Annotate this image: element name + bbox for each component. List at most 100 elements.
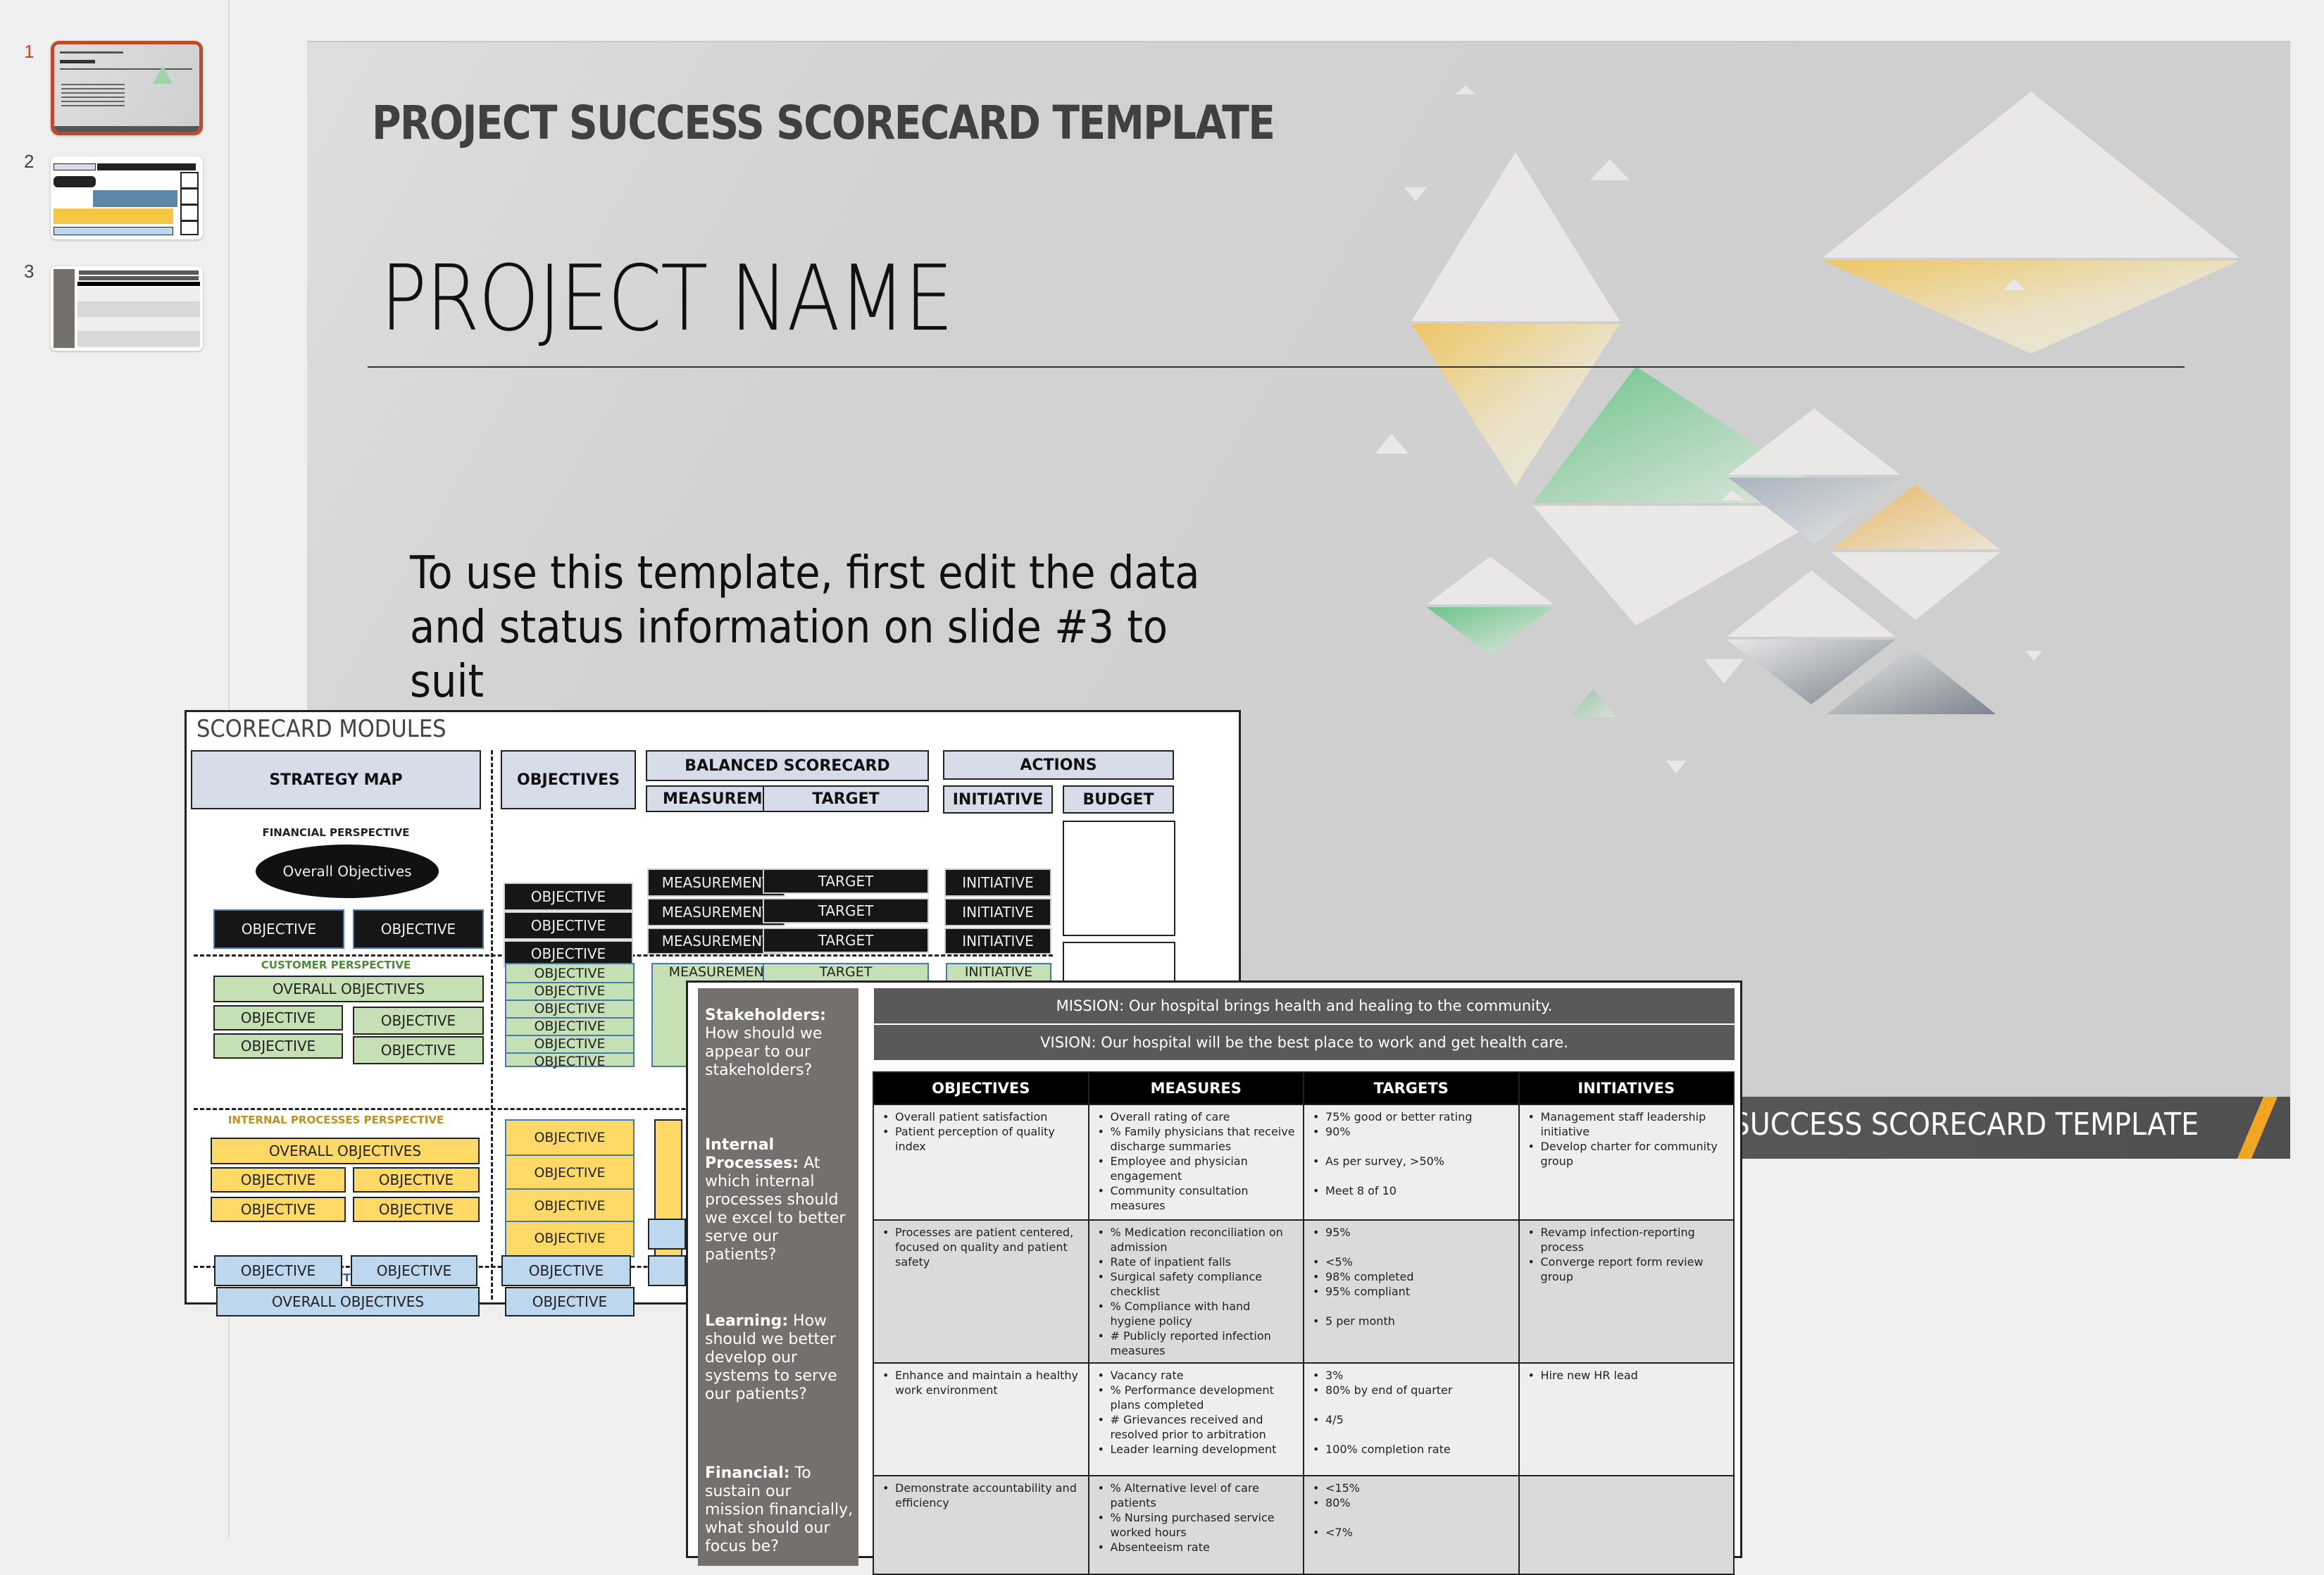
thumb-3-header xyxy=(77,282,200,286)
cell-measures: % Medication reconciliation on admission… xyxy=(1087,1219,1304,1364)
triangle-shape xyxy=(1427,607,1554,655)
cell-objectives: Enhance and maintain a healthy work envi… xyxy=(873,1362,1089,1476)
thumb-1-triangle xyxy=(153,66,173,84)
slide-number-2: 2 xyxy=(24,151,35,172)
sidebar-label: Internal Processes: xyxy=(705,1136,799,1172)
triangle-shape xyxy=(1823,261,2239,354)
objectives-header: OBJECTIVES xyxy=(501,750,636,809)
sidebar-stakeholders: Stakeholders: How should we appear to ou… xyxy=(705,1007,854,1080)
body-line: To use this template, first edit the dat… xyxy=(410,547,1200,599)
actions-header: ACTIONS xyxy=(943,750,1174,780)
objectives-list: Demonstrate accountability and efficienc… xyxy=(877,1481,1084,1510)
list-item: % Alternative level of care patients xyxy=(1092,1481,1299,1510)
slide-thumbnail-2[interactable] xyxy=(51,156,203,239)
thumb-1-title-line xyxy=(60,51,123,54)
mission-statement: MISSION: Our hospital brings health and … xyxy=(874,988,1735,1023)
thumb-2-budget xyxy=(180,172,199,235)
initiative-box: INITIATIVE xyxy=(944,869,1051,897)
initiatives-list: Hire new HR lead xyxy=(1523,1368,1730,1383)
scorecard-table: OBJECTIVES MEASURES TARGETS INITIATIVES … xyxy=(873,1071,1735,1575)
targets-list: <15%80% <7% xyxy=(1307,1481,1514,1540)
list-item: 100% completion rate xyxy=(1307,1442,1514,1457)
objective-item: OBJECTIVE xyxy=(534,966,606,981)
target-box: TARGET xyxy=(763,928,929,953)
table-row: Overall patient satisfactionPatient perc… xyxy=(873,1104,1735,1221)
internal-processes-perspective-label: INTERNAL PROCESSES PERSPECTIVE xyxy=(227,1114,444,1126)
target-header: TARGET xyxy=(763,785,929,812)
thumb-2-learn xyxy=(54,227,173,235)
objective-box: OBJECTIVE xyxy=(504,883,633,911)
balanced-scorecard-preview: Stakeholders: How should we appear to ou… xyxy=(686,981,1742,1575)
cell-targets: 3%80% by end of quarter 4/5 100% completio… xyxy=(1303,1362,1520,1476)
list-item: 5 per month xyxy=(1307,1314,1514,1328)
overall-objectives-box: OVERALL OBJECTIVES xyxy=(213,976,484,1002)
initiatives-list: Management staff leadership initiativeDe… xyxy=(1523,1109,1730,1169)
objective-box: OBJECTIVE xyxy=(213,1033,343,1059)
thumb-3-mission xyxy=(79,270,199,275)
triangle-shape xyxy=(1728,409,1900,475)
list-item: 98% completed xyxy=(1307,1269,1514,1284)
slide-header[interactable]: PROJECT SUCCESS SCORECARD TEMPLATE xyxy=(372,96,1275,150)
objective-box: OBJECTIVE xyxy=(213,1005,343,1031)
list-item: Meet 8 of 10 xyxy=(1307,1183,1514,1198)
measures-list: % Medication reconciliation on admission… xyxy=(1092,1225,1299,1358)
triangle-shape xyxy=(2025,651,2042,661)
list-item: 3% xyxy=(1307,1368,1514,1383)
targets-list: 3%80% by end of quarter 4/5 100% completio… xyxy=(1307,1368,1514,1457)
triangle-shape xyxy=(1375,434,1408,454)
cell-objectives: Processes are patient centered, focused … xyxy=(873,1219,1089,1364)
list-item: % Nursing purchased service worked hours xyxy=(1092,1510,1299,1540)
list-item: % Family physicians that receive dischar… xyxy=(1092,1124,1299,1154)
slide-thumbnail-1[interactable] xyxy=(51,41,203,135)
list-item: Absenteeism rate xyxy=(1092,1540,1299,1555)
thumb-2-cust xyxy=(93,190,177,207)
slide-number-3: 3 xyxy=(24,261,35,282)
sidebar-financial: Financial: To sustain our mission financ… xyxy=(705,1464,854,1556)
measures-list: % Alternative level of care patients% Nu… xyxy=(1092,1481,1299,1555)
slide-thumbnail-3[interactable] xyxy=(51,266,203,351)
overall-objectives-ellipse: Overall Objectives xyxy=(256,845,439,898)
initiative-box: INITIATIVE xyxy=(944,928,1051,954)
column-header: INITIATIVES xyxy=(1518,1071,1735,1105)
target-box: TARGET xyxy=(763,869,929,894)
list-item: Rate of inpatient falls xyxy=(1092,1255,1299,1269)
list-item: % Compliance with hand hygiene policy xyxy=(1092,1299,1299,1328)
list-item: Vacancy rate xyxy=(1092,1368,1299,1383)
list-item: 80% by end of quarter xyxy=(1307,1383,1514,1397)
column-header: OBJECTIVES xyxy=(873,1071,1089,1105)
list-item: # Publicly reported infection measures xyxy=(1092,1328,1299,1358)
objectives-list: Enhance and maintain a healthy work envi… xyxy=(877,1368,1084,1397)
sidebar-label: Learning: xyxy=(705,1312,789,1330)
list-item: 90% xyxy=(1307,1124,1514,1139)
thumb-2-hdr xyxy=(54,163,96,170)
list-item: # Grievances received and resolved prior… xyxy=(1092,1412,1299,1442)
overall-objectives-box: OVERALL OBJECTIVES xyxy=(211,1138,480,1164)
initiative-box: INITIATIVE xyxy=(944,898,1051,926)
triangle-shape xyxy=(1823,92,2239,258)
column-header: TARGETS xyxy=(1303,1071,1520,1105)
cell-measures: % Alternative level of care patients% Nu… xyxy=(1087,1475,1304,1575)
objectives-list: Overall patient satisfactionPatient perc… xyxy=(877,1109,1084,1154)
column-header: MEASURES xyxy=(1087,1071,1304,1105)
sidebar-label: Financial: xyxy=(705,1464,790,1482)
list-item: Enhance and maintain a healthy work envi… xyxy=(877,1368,1084,1397)
initiatives-list: Revamp infection-reporting processConver… xyxy=(1523,1225,1730,1284)
list-item: Management staff leadership initiative xyxy=(1523,1109,1730,1139)
measures-list: Vacancy rate% Performance development pl… xyxy=(1092,1368,1299,1457)
accent-stripe-icon xyxy=(2237,1097,2278,1159)
objective-item: OBJECTIVE xyxy=(506,1017,633,1035)
thumb-3-vision xyxy=(79,276,199,280)
project-name[interactable]: PROJECT NAME xyxy=(380,247,954,351)
list-item: 4/5 xyxy=(1307,1412,1514,1427)
divider-vertical xyxy=(491,750,493,1300)
cell-targets: 95% <5%98% completed95% compliant 5 per mo… xyxy=(1303,1219,1520,1364)
objective-item: OBJECTIVE xyxy=(506,1221,633,1253)
cell-targets: <15%80% <7% xyxy=(1303,1475,1520,1575)
list-item: Community consultation measures xyxy=(1092,1183,1299,1213)
objective-box: OBJECTIVE xyxy=(504,911,633,940)
strategy-map-header: STRATEGY MAP xyxy=(191,750,481,809)
list-item: <15% xyxy=(1307,1481,1514,1495)
triangle-shape xyxy=(1590,159,1630,180)
customer-perspective-label: CUSTOMER PERSPECTIVE xyxy=(261,959,411,971)
footer-text: SUCCESS SCORECARD TEMPLATE xyxy=(1732,1107,2199,1143)
